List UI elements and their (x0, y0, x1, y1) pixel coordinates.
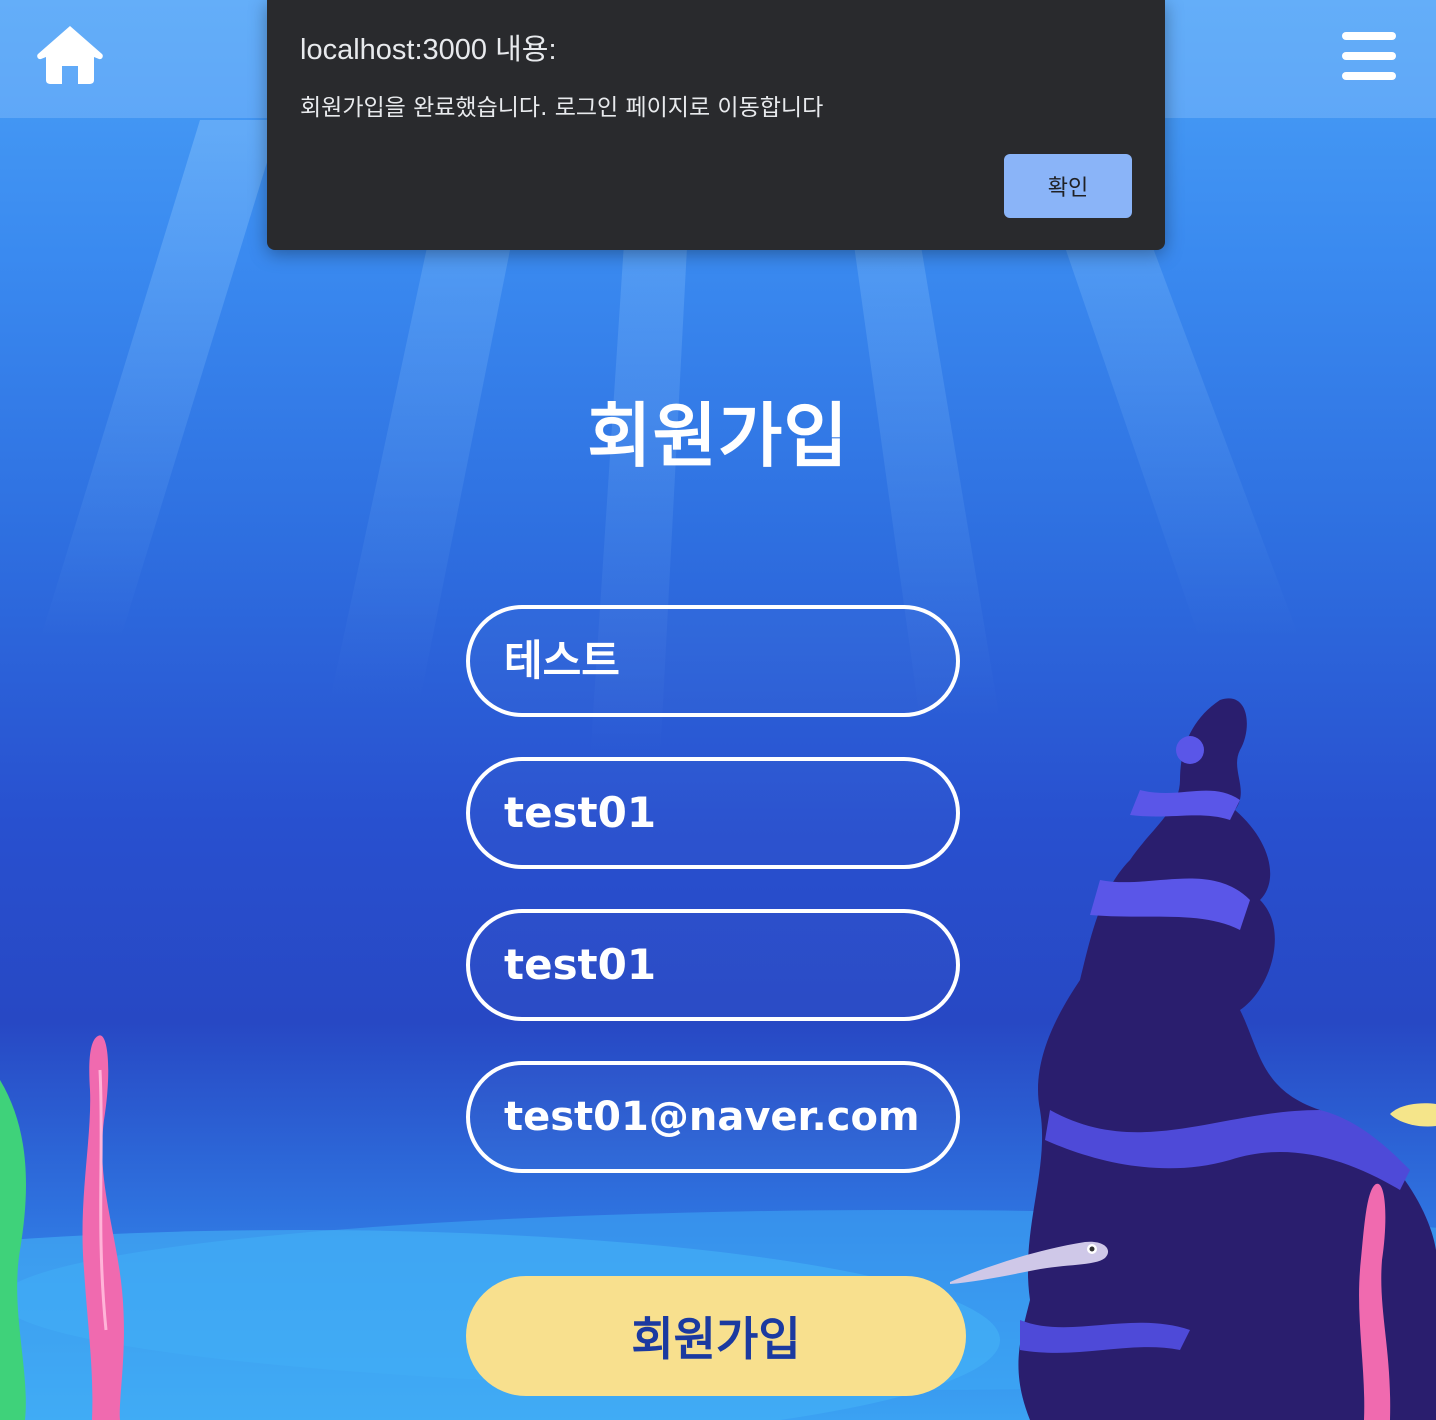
user-id-field[interactable]: test01 (466, 757, 960, 869)
rock-formation (1018, 698, 1436, 1420)
page-title: 회원가입 (587, 395, 849, 477)
eel-fish (950, 1241, 1109, 1284)
yellow-fish (1390, 1103, 1436, 1127)
pink-seaweed-left (82, 1035, 124, 1420)
hamburger-menu-icon-bar (1342, 52, 1396, 60)
pink-seaweed-right (1359, 1183, 1391, 1420)
dialog-title: localhost:3000 내용: (300, 34, 557, 66)
green-seaweed (0, 1080, 26, 1420)
signup-submit-button[interactable]: 회원가입 (466, 1276, 966, 1396)
home-button[interactable] (34, 22, 106, 86)
dialog-ok-button[interactable]: 확인 (1004, 154, 1132, 218)
hamburger-menu-button[interactable] (1342, 32, 1398, 84)
password-field[interactable]: test01 (466, 909, 960, 1021)
alert-dialog: localhost:3000 내용: 회원가입을 완료했습니다. 로그인 페이지… (267, 0, 1165, 250)
hamburger-menu-icon (1342, 32, 1396, 40)
dialog-message: 회원가입을 완료했습니다. 로그인 페이지로 이동합니다 (300, 95, 824, 121)
hamburger-menu-icon-bar (1342, 72, 1396, 80)
email-field[interactable]: test01@naver.com (466, 1061, 960, 1173)
name-field[interactable]: 테스트 (466, 605, 960, 717)
home-icon (37, 26, 103, 84)
